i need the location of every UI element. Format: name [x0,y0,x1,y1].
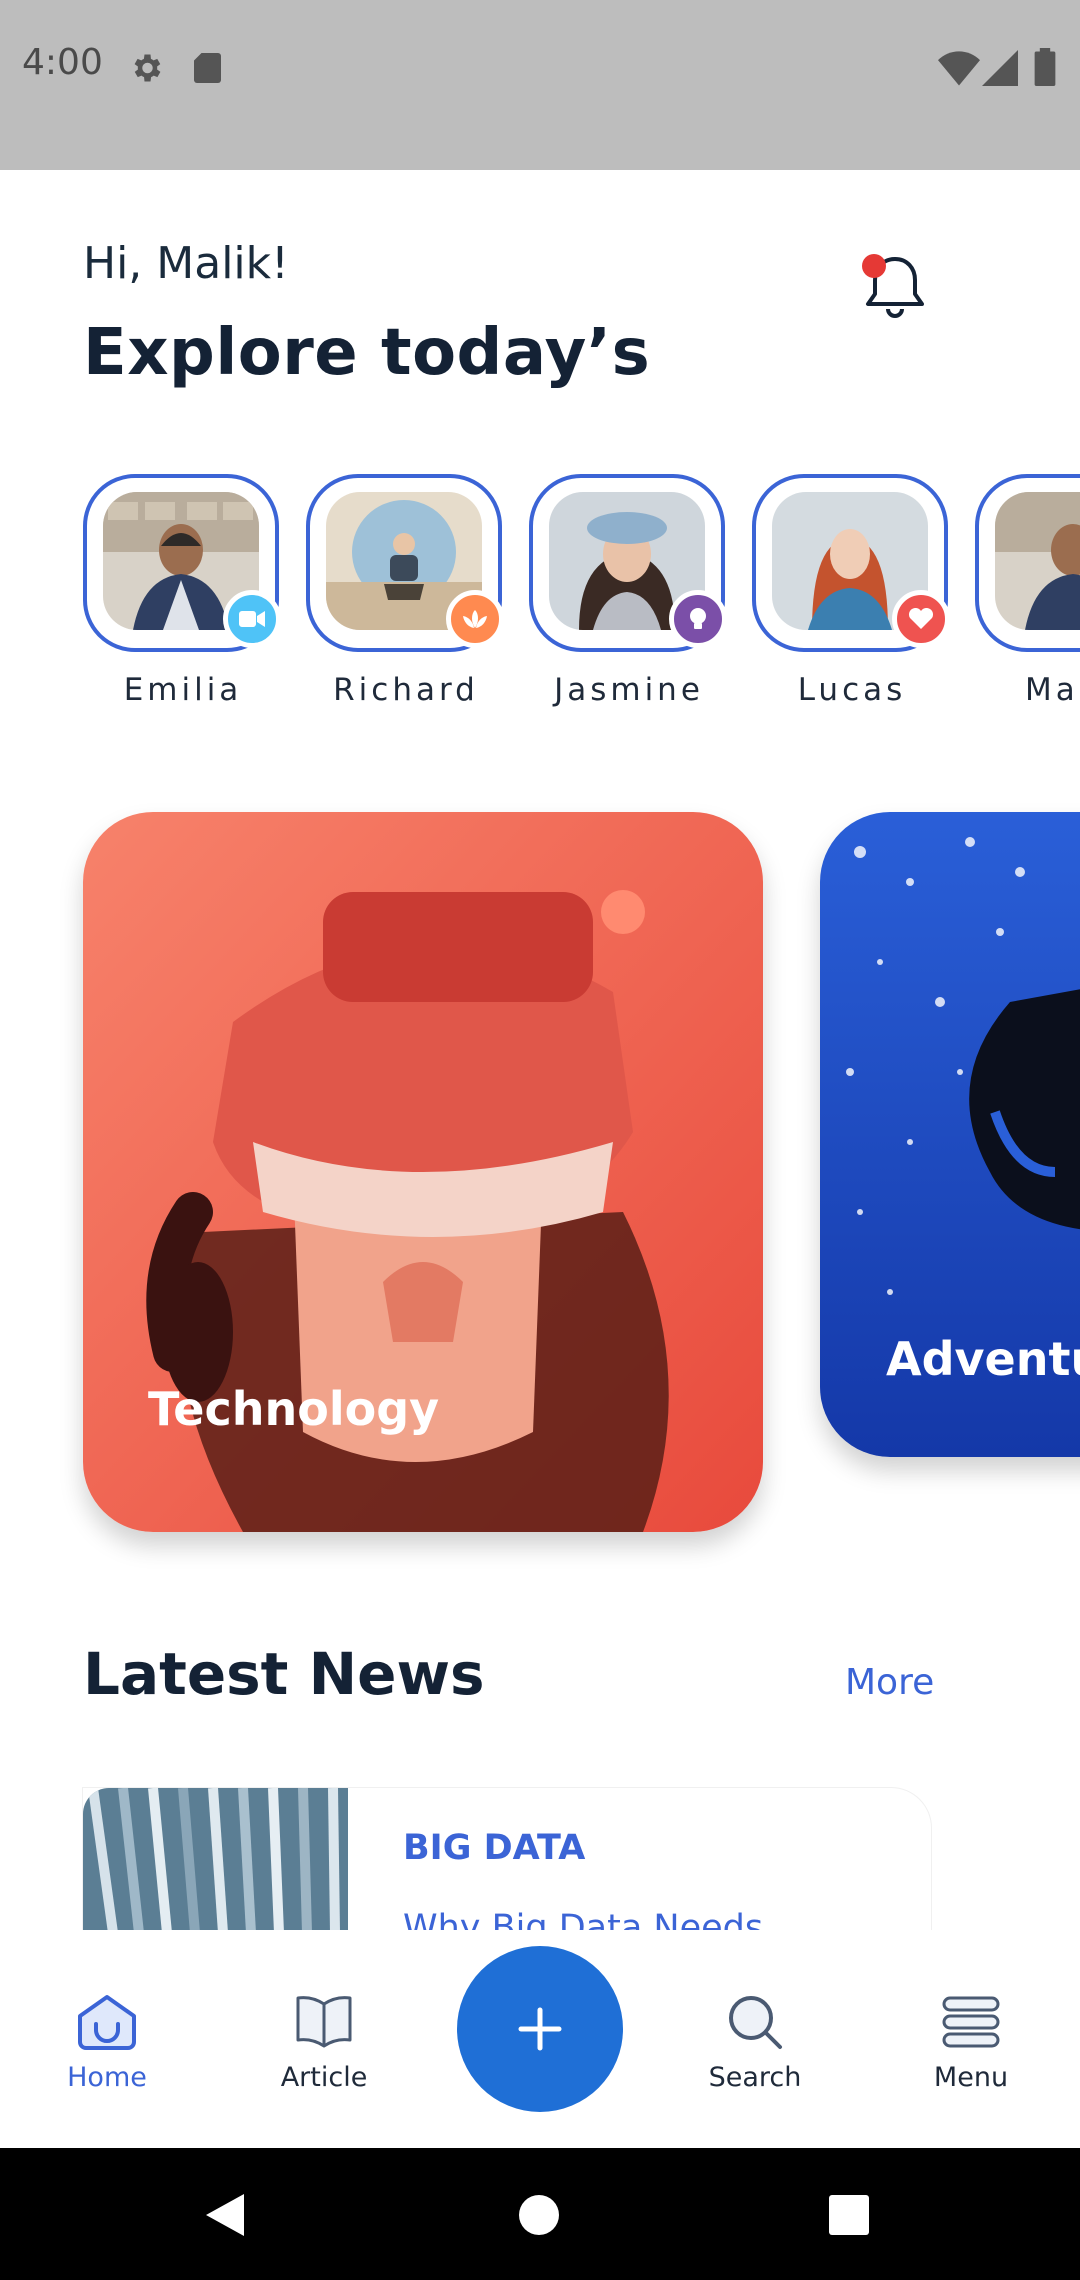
news-thumbnail [83,1788,348,1933]
nav-search[interactable]: Search [675,1930,835,2148]
wifi-icon [938,51,980,86]
story-badge [223,590,281,648]
story-avatar [995,492,1080,630]
story-name: Lucas [797,672,907,708]
back-icon[interactable] [202,2192,248,2238]
nav-label: Menu [933,2062,1009,2093]
category-card-technology[interactable]: Technology [83,812,763,1532]
story-badge [446,590,504,648]
nav-article[interactable]: Article [244,1930,404,2148]
status-time: 4:00 [22,42,103,83]
lotus-icon [463,610,487,628]
home-circle-icon[interactable] [518,2194,560,2236]
category-card-adventure[interactable]: Adventur [820,812,1080,1457]
latest-news-title: Latest News [83,1640,485,1708]
home-icon [78,1995,136,2050]
status-bar: 4:00 [0,0,1080,170]
news-card[interactable]: BIG DATA Why Big Data Needs [83,1788,931,1933]
category-label: Technology [148,1382,440,1436]
book-icon [296,1996,352,2048]
battery-icon [1034,48,1056,86]
story-name: Emilia [123,672,243,708]
bell-icon [862,254,924,318]
add-button[interactable] [457,1946,623,2112]
story-name: Ma [1025,672,1079,708]
category-label: Adventur [886,1332,1080,1386]
story-badge [669,590,727,648]
search-icon [729,1996,782,2049]
lightbulb-icon [690,608,706,629]
nav-label: Home [67,2062,147,2093]
stories-row: Emilia Richard Jasmine Lucas Ma [0,470,1080,720]
nav-menu[interactable]: Menu [891,1930,1051,2148]
story-badge [892,590,950,648]
nav-home[interactable]: Home [27,1930,187,2148]
nav-label: Article [280,2062,368,2093]
greeting: Hi, Malik! [83,238,289,289]
recents-icon[interactable] [828,2194,870,2236]
menu-icon [942,1996,1000,2048]
settings-icon [134,54,161,82]
sd-card-icon [194,53,221,83]
video-icon [239,611,265,627]
page-title: Explore today’s [83,316,651,390]
system-navigation-bar [0,2148,1080,2280]
more-link[interactable]: More [845,1662,934,1703]
notification-dot [862,254,886,278]
signal-icon [982,50,1018,86]
story-name: Jasmine [554,672,704,708]
news-category: BIG DATA [403,1828,586,1868]
story-name: Richard [333,672,479,708]
notification-button[interactable] [855,245,935,325]
nav-label: Search [708,2062,802,2093]
heart-icon [908,608,934,629]
plus-icon [518,2007,562,2051]
